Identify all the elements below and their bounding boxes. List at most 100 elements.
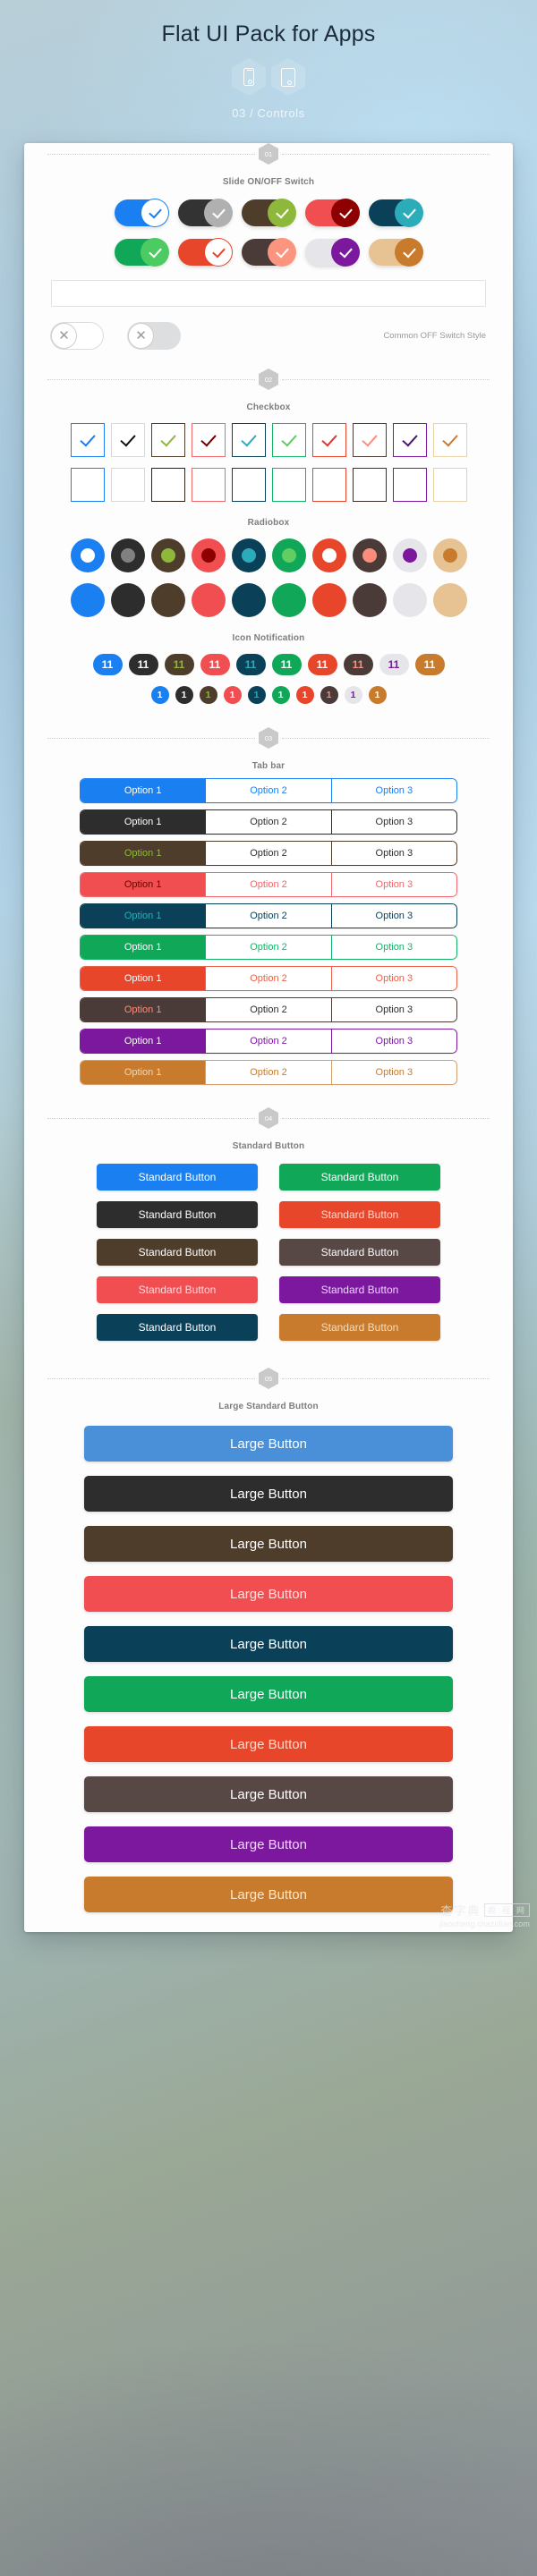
text-input-field[interactable] [51, 280, 486, 307]
tab-option-2[interactable]: Option 2 [205, 873, 331, 896]
large-button[interactable]: Large Button [84, 1526, 453, 1562]
tab-option-1[interactable]: Option 1 [81, 998, 206, 1021]
toggle-switch-on[interactable] [242, 199, 295, 226]
tab-option-3[interactable]: Option 3 [330, 904, 456, 928]
large-button[interactable]: Large Button [84, 1877, 453, 1912]
checkbox-unchecked[interactable] [150, 468, 185, 502]
radio-unselected[interactable] [191, 583, 226, 617]
tab-option-1[interactable]: Option 1 [81, 1030, 206, 1053]
radio-selected[interactable] [70, 538, 105, 572]
radio-selected[interactable] [311, 538, 346, 572]
checkbox-unchecked[interactable] [352, 468, 387, 502]
standard-button[interactable]: Standard Button [279, 1276, 440, 1303]
tab-option-1[interactable]: Option 1 [81, 936, 206, 959]
toggle-switch-off[interactable]: ✕ [51, 323, 103, 349]
toggle-switch-on[interactable] [305, 239, 359, 266]
radio-unselected[interactable] [271, 583, 306, 617]
standard-button[interactable]: Standard Button [97, 1239, 258, 1266]
radio-unselected[interactable] [432, 583, 467, 617]
radio-selected[interactable] [432, 538, 467, 572]
large-button[interactable]: Large Button [84, 1726, 453, 1762]
radio-selected[interactable] [191, 538, 226, 572]
standard-button[interactable]: Standard Button [97, 1314, 258, 1341]
large-button[interactable]: Large Button [84, 1626, 453, 1662]
tab-option-3[interactable]: Option 3 [330, 842, 456, 865]
tab-option-3[interactable]: Option 3 [330, 810, 456, 834]
toggle-switch-on[interactable] [178, 199, 232, 226]
tab-option-3[interactable]: Option 3 [330, 998, 456, 1021]
tab-option-2[interactable]: Option 2 [205, 810, 331, 834]
tab-option-1[interactable]: Option 1 [81, 1061, 206, 1084]
radio-selected[interactable] [392, 538, 427, 572]
tab-option-2[interactable]: Option 2 [205, 936, 331, 959]
tab-option-2[interactable]: Option 2 [205, 842, 331, 865]
checkbox-unchecked[interactable] [110, 468, 145, 502]
radio-selected[interactable] [271, 538, 306, 572]
toggle-switch-on[interactable] [369, 239, 422, 266]
standard-button[interactable]: Standard Button [97, 1164, 258, 1191]
checkbox-unchecked[interactable] [191, 468, 226, 502]
large-button[interactable]: Large Button [84, 1776, 453, 1812]
radio-unselected[interactable] [70, 583, 105, 617]
tab-option-3[interactable]: Option 3 [330, 1061, 456, 1084]
tab-option-2[interactable]: Option 2 [205, 779, 331, 802]
tab-option-1[interactable]: Option 1 [81, 810, 206, 834]
large-button[interactable]: Large Button [84, 1676, 453, 1712]
checkbox-unchecked[interactable] [432, 468, 467, 502]
standard-button[interactable]: Standard Button [97, 1201, 258, 1228]
large-button[interactable]: Large Button [84, 1476, 453, 1512]
radio-unselected[interactable] [231, 583, 266, 617]
checkbox-unchecked[interactable] [311, 468, 346, 502]
tab-option-2[interactable]: Option 2 [205, 998, 331, 1021]
standard-button[interactable]: Standard Button [279, 1164, 440, 1191]
checkbox-checked[interactable] [150, 423, 185, 457]
checkbox-unchecked[interactable] [271, 468, 306, 502]
checkbox-unchecked[interactable] [392, 468, 427, 502]
tab-option-3[interactable]: Option 3 [330, 936, 456, 959]
checkbox-checked[interactable] [432, 423, 467, 457]
radio-selected[interactable] [150, 538, 185, 572]
checkbox-checked[interactable] [311, 423, 346, 457]
toggle-switch-on[interactable] [242, 239, 295, 266]
toggle-switch-off[interactable]: ✕ [128, 323, 180, 349]
tab-option-2[interactable]: Option 2 [205, 1061, 331, 1084]
checkbox-checked[interactable] [352, 423, 387, 457]
tab-option-2[interactable]: Option 2 [205, 967, 331, 990]
tab-option-1[interactable]: Option 1 [81, 967, 206, 990]
large-button[interactable]: Large Button [84, 1426, 453, 1462]
checkbox-unchecked[interactable] [231, 468, 266, 502]
standard-button[interactable]: Standard Button [279, 1314, 440, 1341]
standard-button[interactable]: Standard Button [279, 1239, 440, 1266]
checkbox-checked[interactable] [271, 423, 306, 457]
tab-option-1[interactable]: Option 1 [81, 873, 206, 896]
checkbox-checked[interactable] [392, 423, 427, 457]
toggle-switch-on[interactable] [115, 239, 168, 266]
large-button[interactable]: Large Button [84, 1576, 453, 1612]
tab-option-2[interactable]: Option 2 [205, 904, 331, 928]
toggle-switch-on[interactable] [115, 199, 168, 226]
tab-option-3[interactable]: Option 3 [330, 967, 456, 990]
tab-option-3[interactable]: Option 3 [330, 779, 456, 802]
toggle-switch-on[interactable] [178, 239, 232, 266]
large-button[interactable]: Large Button [84, 1826, 453, 1862]
standard-button[interactable]: Standard Button [279, 1201, 440, 1228]
tab-option-3[interactable]: Option 3 [330, 1030, 456, 1053]
checkbox-checked[interactable] [191, 423, 226, 457]
radio-unselected[interactable] [352, 583, 387, 617]
tab-option-1[interactable]: Option 1 [81, 842, 206, 865]
toggle-switch-on[interactable] [305, 199, 359, 226]
tab-option-3[interactable]: Option 3 [330, 873, 456, 896]
tab-option-1[interactable]: Option 1 [81, 779, 206, 802]
checkbox-checked[interactable] [110, 423, 145, 457]
tab-option-2[interactable]: Option 2 [205, 1030, 331, 1053]
standard-button[interactable]: Standard Button [97, 1276, 258, 1303]
radio-selected[interactable] [352, 538, 387, 572]
checkbox-unchecked[interactable] [70, 468, 105, 502]
checkbox-checked[interactable] [70, 423, 105, 457]
radio-selected[interactable] [231, 538, 266, 572]
radio-selected[interactable] [110, 538, 145, 572]
checkbox-checked[interactable] [231, 423, 266, 457]
radio-unselected[interactable] [392, 583, 427, 617]
tab-option-1[interactable]: Option 1 [81, 904, 206, 928]
radio-unselected[interactable] [110, 583, 145, 617]
